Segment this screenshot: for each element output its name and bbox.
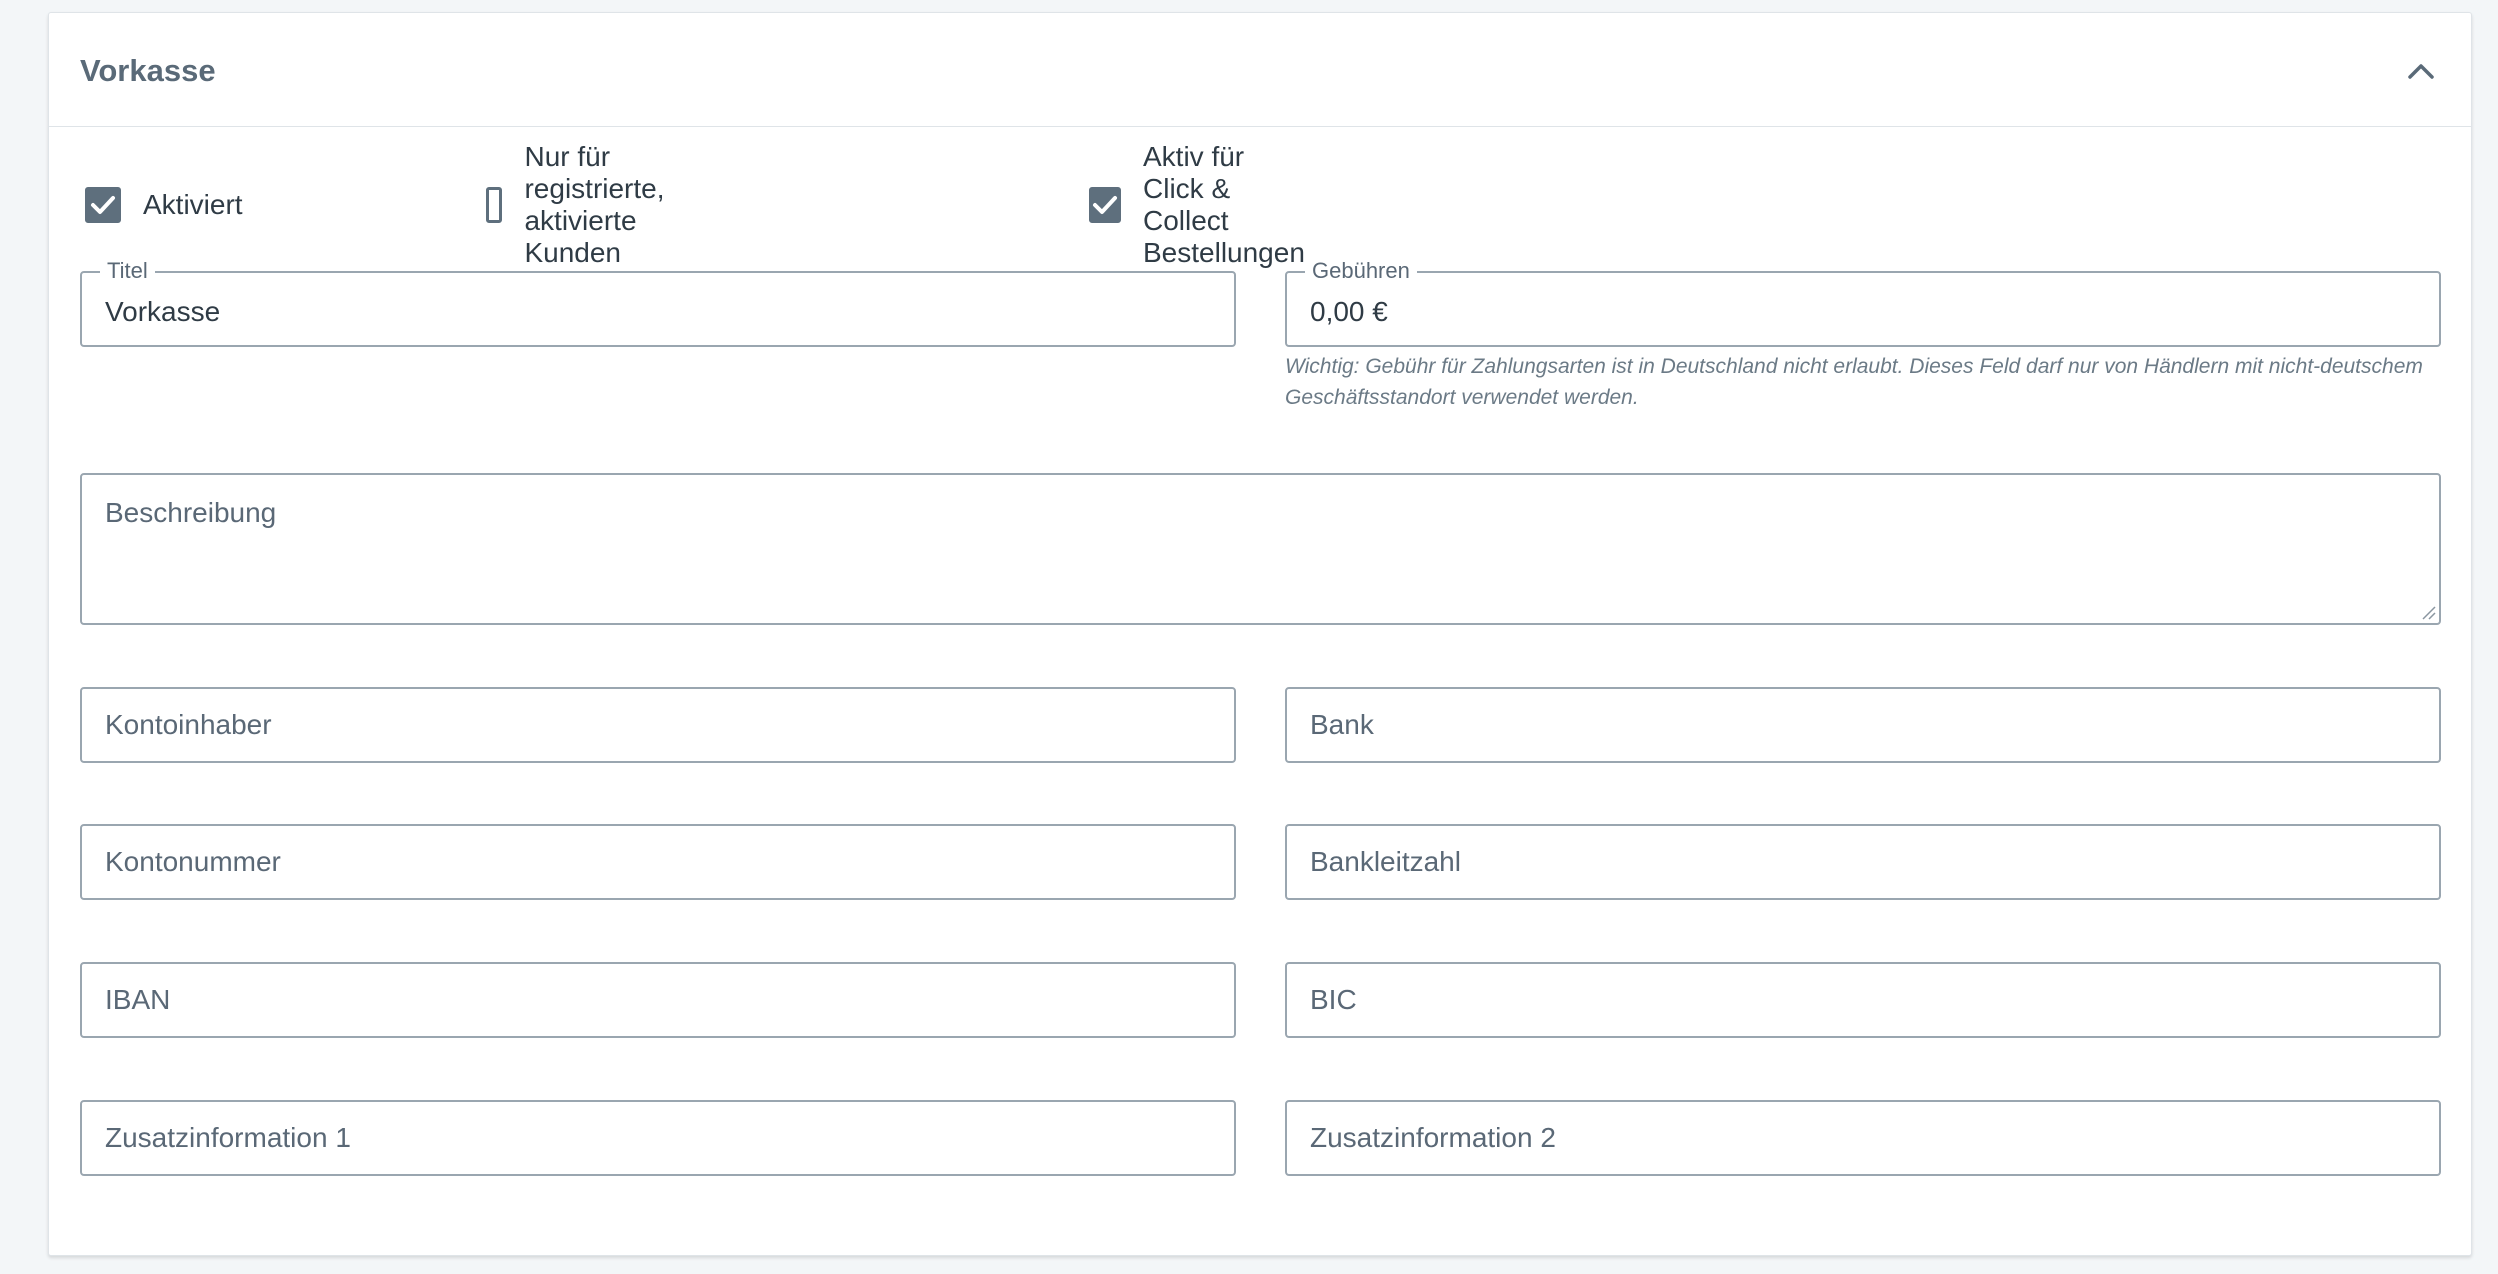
- checkbox-checked-icon[interactable]: [85, 187, 121, 223]
- fee-field: Gebühren: [1285, 259, 2441, 347]
- fee-hint: Wichtig: Gebühr für Zahlungsarten ist in…: [1285, 355, 2423, 409]
- resize-handle-icon[interactable]: [2419, 603, 2437, 621]
- checkbox-checked-icon[interactable]: [1089, 187, 1121, 223]
- card-title: Vorkasse: [80, 53, 216, 88]
- fee-field-label: Gebühren: [1305, 259, 1417, 283]
- title-input[interactable]: [82, 273, 1234, 345]
- extra-info-1-input[interactable]: [82, 1102, 1234, 1174]
- chevron-up-icon: [2407, 62, 2435, 85]
- account-holder-input[interactable]: [82, 689, 1234, 761]
- collapse-button[interactable]: [2401, 53, 2441, 93]
- bic-field: [1285, 962, 2441, 1038]
- activated-label: Aktiviert: [143, 189, 243, 220]
- registered-only-label: Nur für registrierte, aktivierte Kunden: [524, 141, 665, 268]
- account-number-input[interactable]: [82, 826, 1234, 898]
- iban-input[interactable]: [82, 964, 1234, 1036]
- bank-code-field: [1285, 824, 2441, 900]
- checkbox-unchecked-icon[interactable]: [486, 187, 503, 223]
- description-field: [80, 473, 2441, 625]
- extra-info-1-field: [80, 1100, 1236, 1176]
- payment-method-card: Vorkasse Aktiviert Nur für registrierte,…: [48, 12, 2472, 1256]
- click-collect-checkbox[interactable]: Aktiv für Click & Collect Bestellungen: [1089, 141, 1309, 268]
- bank-field: [1285, 687, 2441, 763]
- click-collect-label: Aktiv für Click & Collect Bestellungen: [1143, 141, 1305, 268]
- registered-only-checkbox[interactable]: Nur für registrierte, aktivierte Kunden: [486, 141, 684, 268]
- account-number-field: [80, 824, 1236, 900]
- account-holder-field: [80, 687, 1236, 763]
- bic-input[interactable]: [1287, 964, 2439, 1036]
- fee-input[interactable]: [1287, 273, 2439, 345]
- title-field: Titel: [80, 259, 1236, 347]
- activated-checkbox[interactable]: Aktiviert: [85, 183, 243, 227]
- extra-info-2-field: [1285, 1100, 2441, 1176]
- card-header[interactable]: Vorkasse: [49, 13, 2471, 127]
- iban-field: [80, 962, 1236, 1038]
- description-textarea[interactable]: [82, 475, 2439, 623]
- title-field-label: Titel: [100, 259, 155, 283]
- bank-code-input[interactable]: [1287, 826, 2439, 898]
- bank-input[interactable]: [1287, 689, 2439, 761]
- extra-info-2-input[interactable]: [1287, 1102, 2439, 1174]
